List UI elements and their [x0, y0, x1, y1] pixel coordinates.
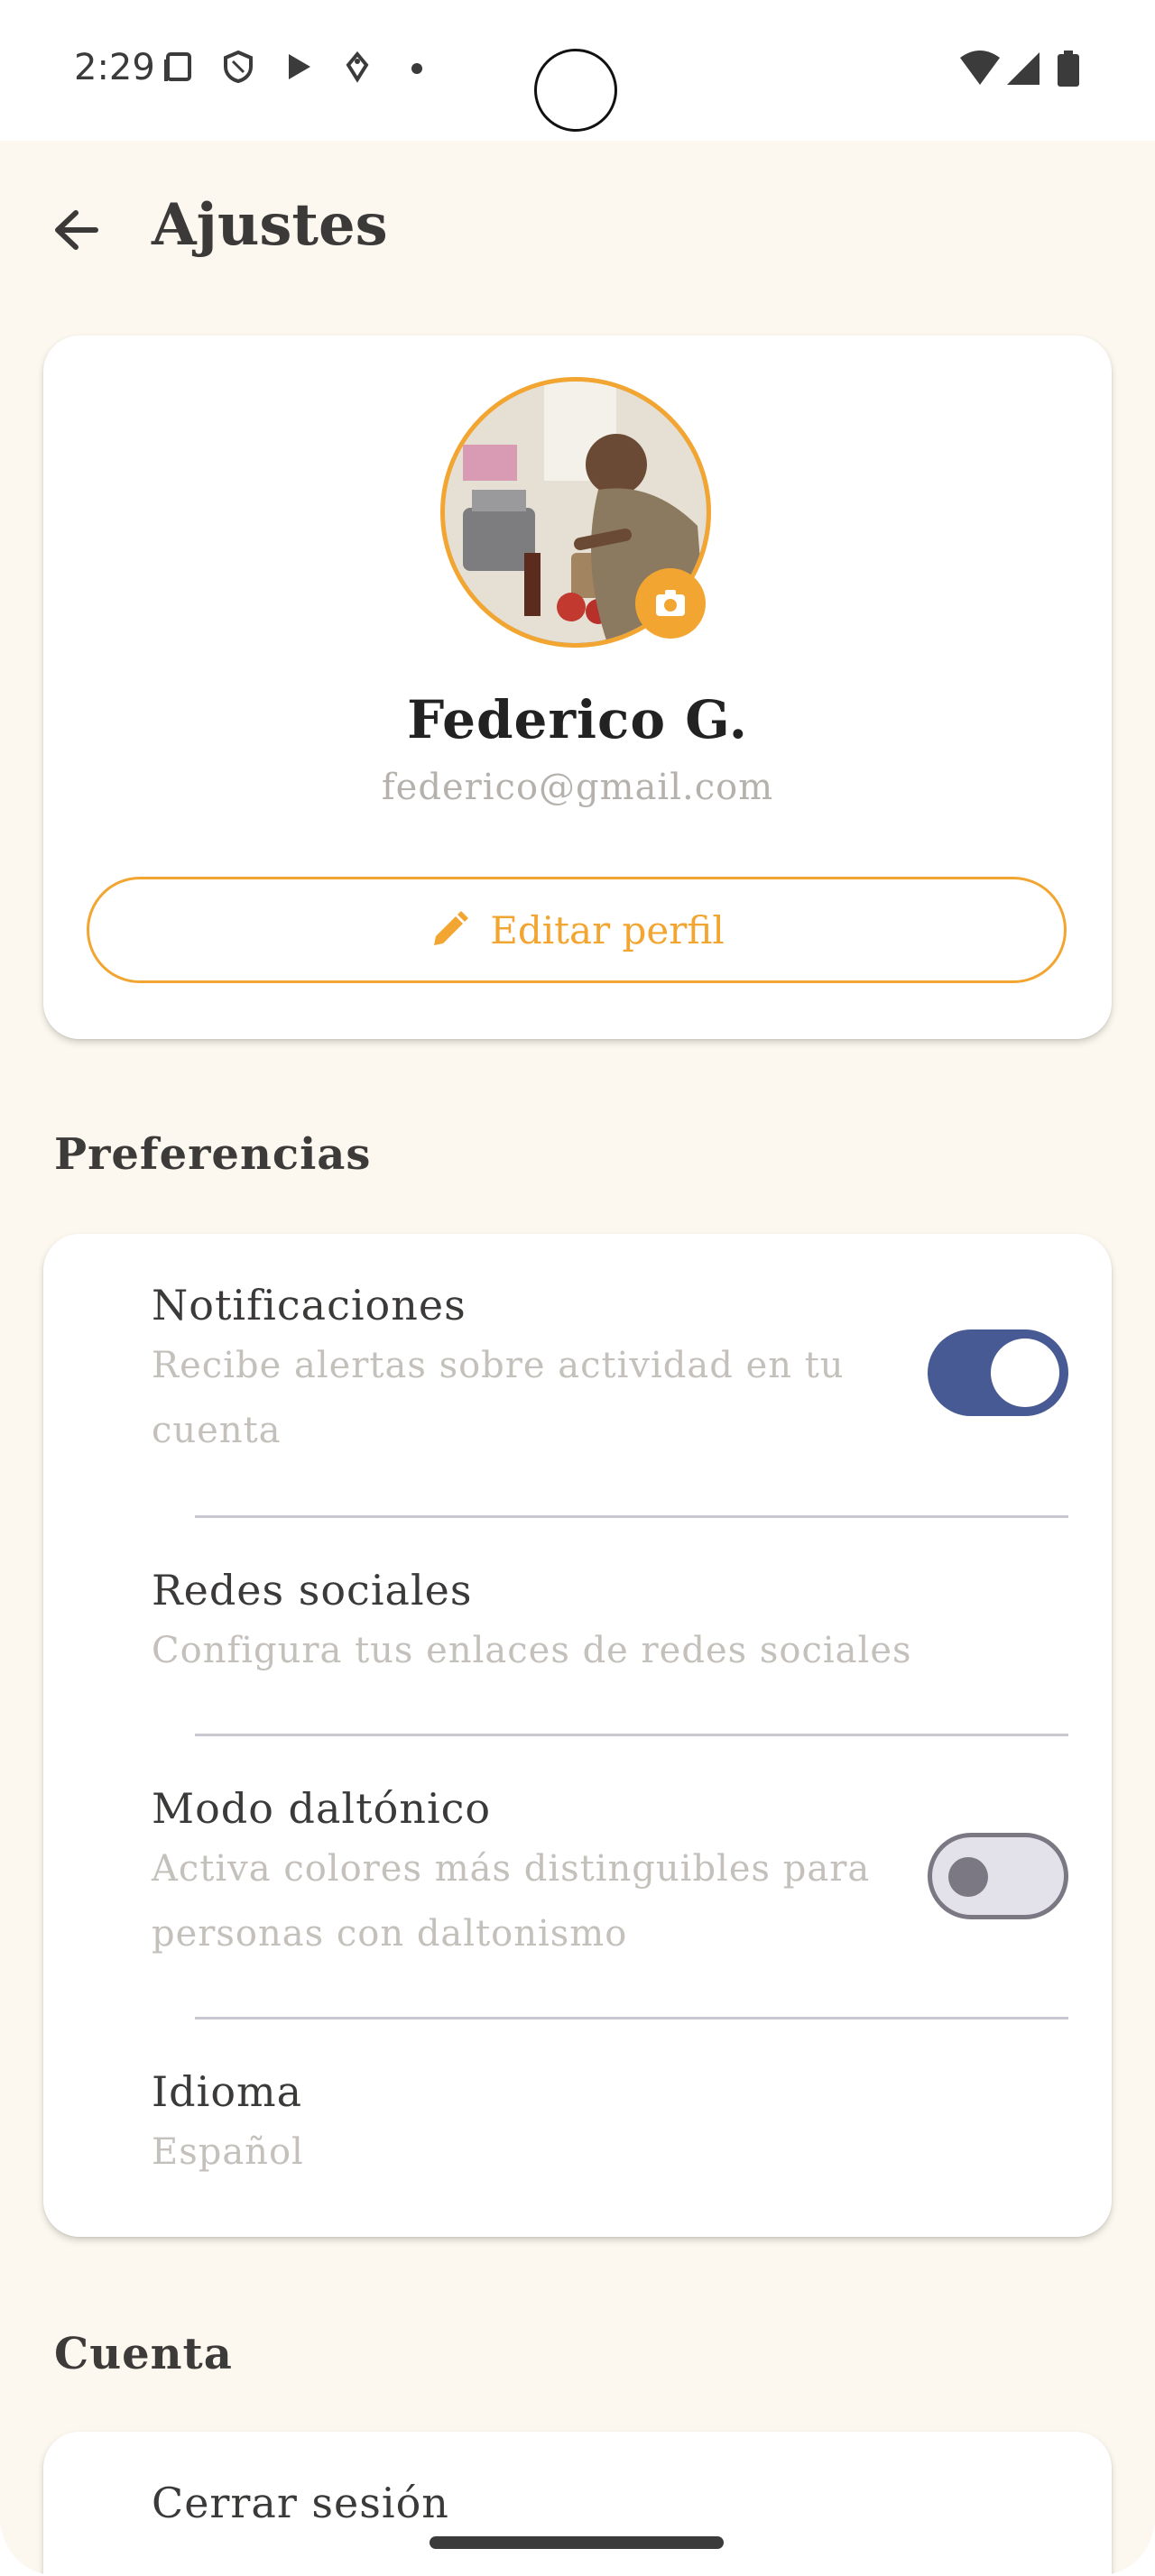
profile-email: federico@gmail.com	[381, 767, 774, 808]
profile-card: Federico G. federico@gmail.com Editar pe…	[43, 336, 1112, 1039]
pref-title: Idioma	[152, 2067, 303, 2116]
pref-subtitle: Español	[152, 2131, 304, 2173]
divider	[195, 2017, 1068, 2019]
profile-name: Federico G.	[407, 689, 748, 750]
pref-title: Modo daltónico	[152, 1784, 492, 1833]
gesture-navigation-bar[interactable]	[430, 2536, 724, 2549]
screenshot-icon	[164, 52, 191, 81]
colorblind-toggle[interactable]	[928, 1833, 1068, 1919]
app-screen: 2:29 Ajustes Federico G. federico@gmail.…	[0, 0, 1155, 2576]
pref-subtitle: Configura tus enlaces de redes sociales	[152, 1630, 912, 1671]
pref-subtitle: Recibe alertas sobre actividad en tu cue…	[152, 1345, 845, 1451]
play-store-icon	[289, 54, 310, 79]
front-camera	[534, 49, 617, 132]
wifi-icon	[960, 51, 1000, 85]
pref-title: Notificaciones	[152, 1281, 467, 1329]
page-title: Ajustes	[152, 191, 388, 259]
battery-icon	[1058, 51, 1079, 87]
preferences-card: Notificaciones Recibe alertas sobre acti…	[43, 1234, 1112, 2237]
logout-item[interactable]: Cerrar sesión	[152, 2479, 449, 2527]
pencil-icon	[434, 911, 469, 945]
status-bar: 2:29	[0, 0, 1155, 141]
pref-title: Redes sociales	[152, 1566, 473, 1615]
edit-profile-button[interactable]: Editar perfil	[87, 877, 1067, 983]
section-title-account: Cuenta	[54, 2329, 233, 2379]
toggle-knob	[991, 1339, 1059, 1407]
divider	[195, 1515, 1068, 1518]
toggle-knob	[948, 1857, 988, 1897]
back-arrow-icon[interactable]	[45, 198, 108, 262]
avatar-container[interactable]	[440, 377, 711, 648]
account-card: Cerrar sesión	[43, 2432, 1112, 2576]
divider	[195, 1734, 1068, 1736]
vpn-key-icon	[346, 51, 369, 83]
notifications-toggle[interactable]	[928, 1329, 1068, 1416]
dot-icon	[411, 63, 422, 74]
shield-icon	[224, 51, 253, 83]
pref-subtitle: Activa colores más distinguibles para pe…	[152, 1848, 871, 1955]
status-time: 2:29	[74, 47, 155, 88]
camera-edit-icon[interactable]	[635, 568, 706, 639]
edit-profile-label: Editar perfil	[490, 907, 725, 952]
signal-icon	[1007, 52, 1040, 85]
section-title-preferences: Preferencias	[54, 1129, 372, 1180]
